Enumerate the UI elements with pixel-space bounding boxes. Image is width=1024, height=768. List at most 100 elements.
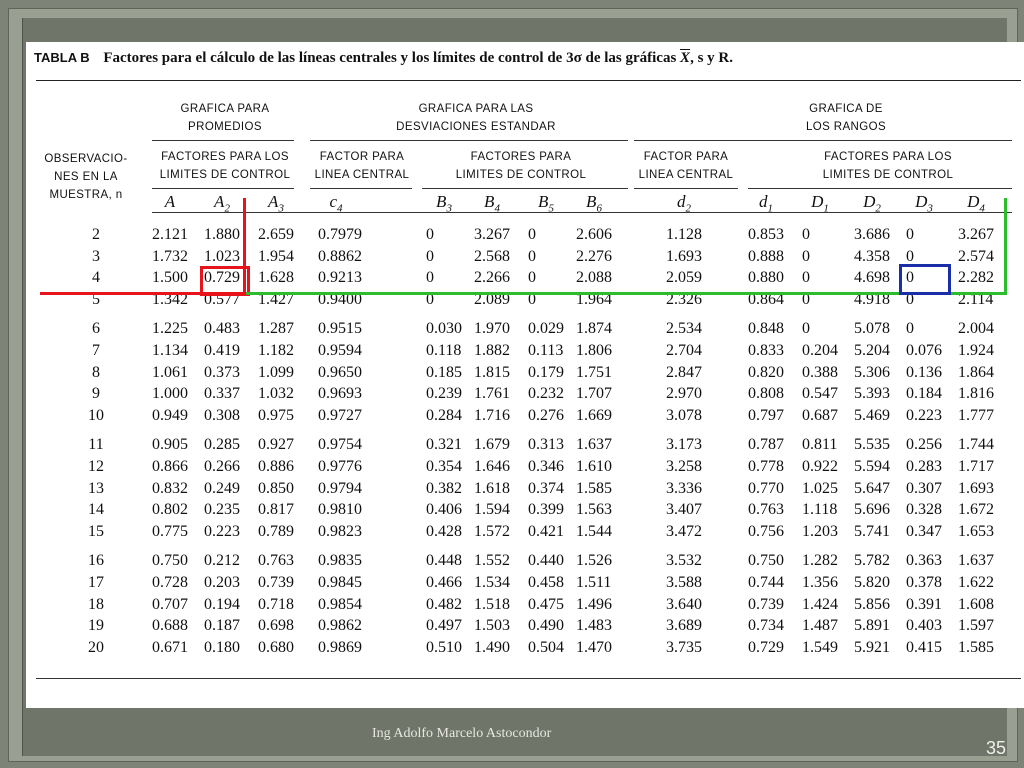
cell-b3: 0.284 — [426, 406, 462, 424]
symbol-D4: D4 — [946, 192, 1006, 214]
cell-n: 5 — [92, 290, 100, 308]
cell-D2: 5.535 — [854, 436, 890, 454]
cell-b3: 0 — [426, 269, 434, 287]
cell-d1: 0.744 — [748, 574, 784, 591]
cell-D2: 5.078 — [854, 320, 890, 338]
cell-b6: 1.707 — [576, 385, 612, 403]
header-grafica-rangos: GRAFICA DE LOS RANGOS — [746, 100, 946, 136]
cell-d2: 3.407 — [666, 501, 702, 519]
cell-d2: 3.336 — [666, 479, 702, 497]
cell-D2: 3.686 — [854, 226, 890, 243]
header-observaciones: OBSERVACIO- NES EN LA MUESTRA, n — [36, 150, 136, 204]
rule-rangos — [634, 140, 1012, 141]
symbol-subscript: 3 — [446, 202, 452, 215]
cell-D3: 0.391 — [906, 595, 942, 613]
cell-d2: 2.847 — [666, 363, 702, 381]
symbol-b4: B4 — [462, 192, 522, 214]
cell-D3: 0.328 — [906, 501, 942, 519]
cell-D2: 4.918 — [854, 290, 890, 308]
cell-d2: 2.970 — [666, 385, 702, 403]
table-row: 3 1.732 1.023 1.954 0.8862 0 2.568 0 2.276 1.693 0… — [26, 246, 1024, 267]
cell-b4: 1.552 — [474, 552, 510, 570]
table-row: 13 0.832 0.249 0.850 0.9794 0.382 1.618 0.374 1.… — [26, 478, 1024, 499]
header-observaciones-line-1: OBSERVACIO- — [44, 153, 128, 165]
cell-n: 11 — [88, 436, 104, 454]
cell-d1: 0.848 — [748, 320, 784, 338]
cell-b4: 1.618 — [474, 479, 510, 497]
cell-b3: 0 — [426, 290, 434, 308]
cell-a3: 0.817 — [258, 501, 294, 519]
header-grafica-desviaciones-line-1: GRAFICA PARA LAS — [418, 103, 534, 115]
cell-D4: 3.267 — [958, 226, 994, 243]
cell-a3: 1.032 — [258, 385, 294, 403]
cell-b4: 1.490 — [474, 638, 510, 656]
footer-author: Ing Adolfo Marcelo Astocondor — [372, 726, 552, 741]
table-row: 16 0.750 0.212 0.763 0.9835 0.448 1.552 0.440 1.… — [26, 550, 1024, 571]
cell-D3: 0.307 — [906, 479, 942, 497]
symbol-D1: D1 — [790, 192, 850, 214]
symbol-base: A — [164, 192, 176, 211]
cell-a2: 0.235 — [204, 501, 240, 519]
cell-c4: 0.9862 — [318, 617, 362, 635]
cell-D3: 0.415 — [906, 638, 942, 656]
cell-D1: 0 — [802, 247, 810, 265]
header-grafica-promedios-line-2: PROMEDIOS — [188, 121, 262, 133]
cell-b6: 2.276 — [576, 247, 612, 265]
cell-a2: 1.880 — [204, 226, 240, 243]
table-row: 8 1.061 0.373 1.099 0.9650 0.185 1.815 0.179 1.7… — [26, 362, 1024, 383]
cell-D3: 0.378 — [906, 574, 942, 591]
cell-a: 1.061 — [152, 363, 188, 381]
cell-c4: 0.9727 — [318, 406, 362, 424]
cell-d1: 0.797 — [748, 406, 784, 424]
cell-n: 17 — [88, 574, 104, 591]
table-row: 14 0.802 0.235 0.817 0.9810 0.406 1.594 0.399 1.… — [26, 499, 1024, 520]
cell-a2: 0.180 — [204, 638, 240, 656]
cell-b3: 0.428 — [426, 522, 462, 540]
cell-d1: 0.729 — [748, 638, 784, 656]
header-grafica-desviaciones-line-2: DESVIACIONES ESTANDAR — [396, 121, 556, 133]
cell-d1: 0.880 — [748, 269, 784, 287]
cell-a2: 0.308 — [204, 406, 240, 424]
symbol-base: d — [759, 192, 768, 211]
cell-b4: 1.503 — [474, 617, 510, 635]
cell-b5: 0.458 — [528, 574, 564, 591]
cell-D1: 0.687 — [802, 406, 838, 424]
cell-D1: 1.549 — [802, 638, 838, 656]
cell-b6: 2.606 — [576, 226, 612, 243]
cell-b6: 1.751 — [576, 363, 612, 381]
header-observaciones-line-2: NES EN LA — [54, 171, 118, 183]
cell-b4: 1.518 — [474, 595, 510, 613]
cell-b3: 0.382 — [426, 479, 462, 497]
cell-D1: 0 — [802, 226, 810, 243]
cell-D2: 5.891 — [854, 617, 890, 635]
cell-a: 2.121 — [152, 226, 188, 243]
symbol-subscript: 2 — [875, 202, 881, 215]
symbol-base: D — [863, 192, 876, 211]
cell-b6: 1.470 — [576, 638, 612, 656]
cell-c4: 0.8862 — [318, 247, 362, 265]
cell-n: 4 — [92, 269, 100, 287]
cell-n: 16 — [88, 552, 104, 570]
symbol-base: D — [811, 192, 824, 211]
table-caption-tail: , s y R. — [690, 50, 733, 66]
cell-a2: 0.373 — [204, 363, 240, 381]
cell-a2: 0.266 — [204, 458, 240, 475]
cell-a2: 0.203 — [204, 574, 240, 591]
table-row: 4 1.500 0.729 1.628 0.9213 0 2.266 0 2.088 2.059 0… — [26, 267, 1024, 288]
symbol-subscript: 1 — [767, 202, 774, 215]
symbol-subscript: 4 — [979, 202, 985, 215]
cell-a3: 0.680 — [258, 638, 294, 656]
cell-D3: 0.256 — [906, 436, 942, 454]
cell-b5: 0 — [528, 247, 536, 265]
cell-c4: 0.9650 — [318, 363, 362, 381]
cell-d2: 3.588 — [666, 574, 702, 591]
cell-a2: 0.729 — [204, 269, 240, 287]
cell-d1: 0.770 — [748, 479, 784, 497]
cell-a2: 0.212 — [204, 552, 240, 570]
cell-D1: 0.922 — [802, 458, 838, 475]
cell-a2: 0.337 — [204, 385, 240, 403]
cell-d2: 3.078 — [666, 406, 702, 424]
cell-a: 0.832 — [152, 479, 188, 497]
cell-a2: 0.249 — [204, 479, 240, 497]
cell-a2: 0.187 — [204, 617, 240, 635]
